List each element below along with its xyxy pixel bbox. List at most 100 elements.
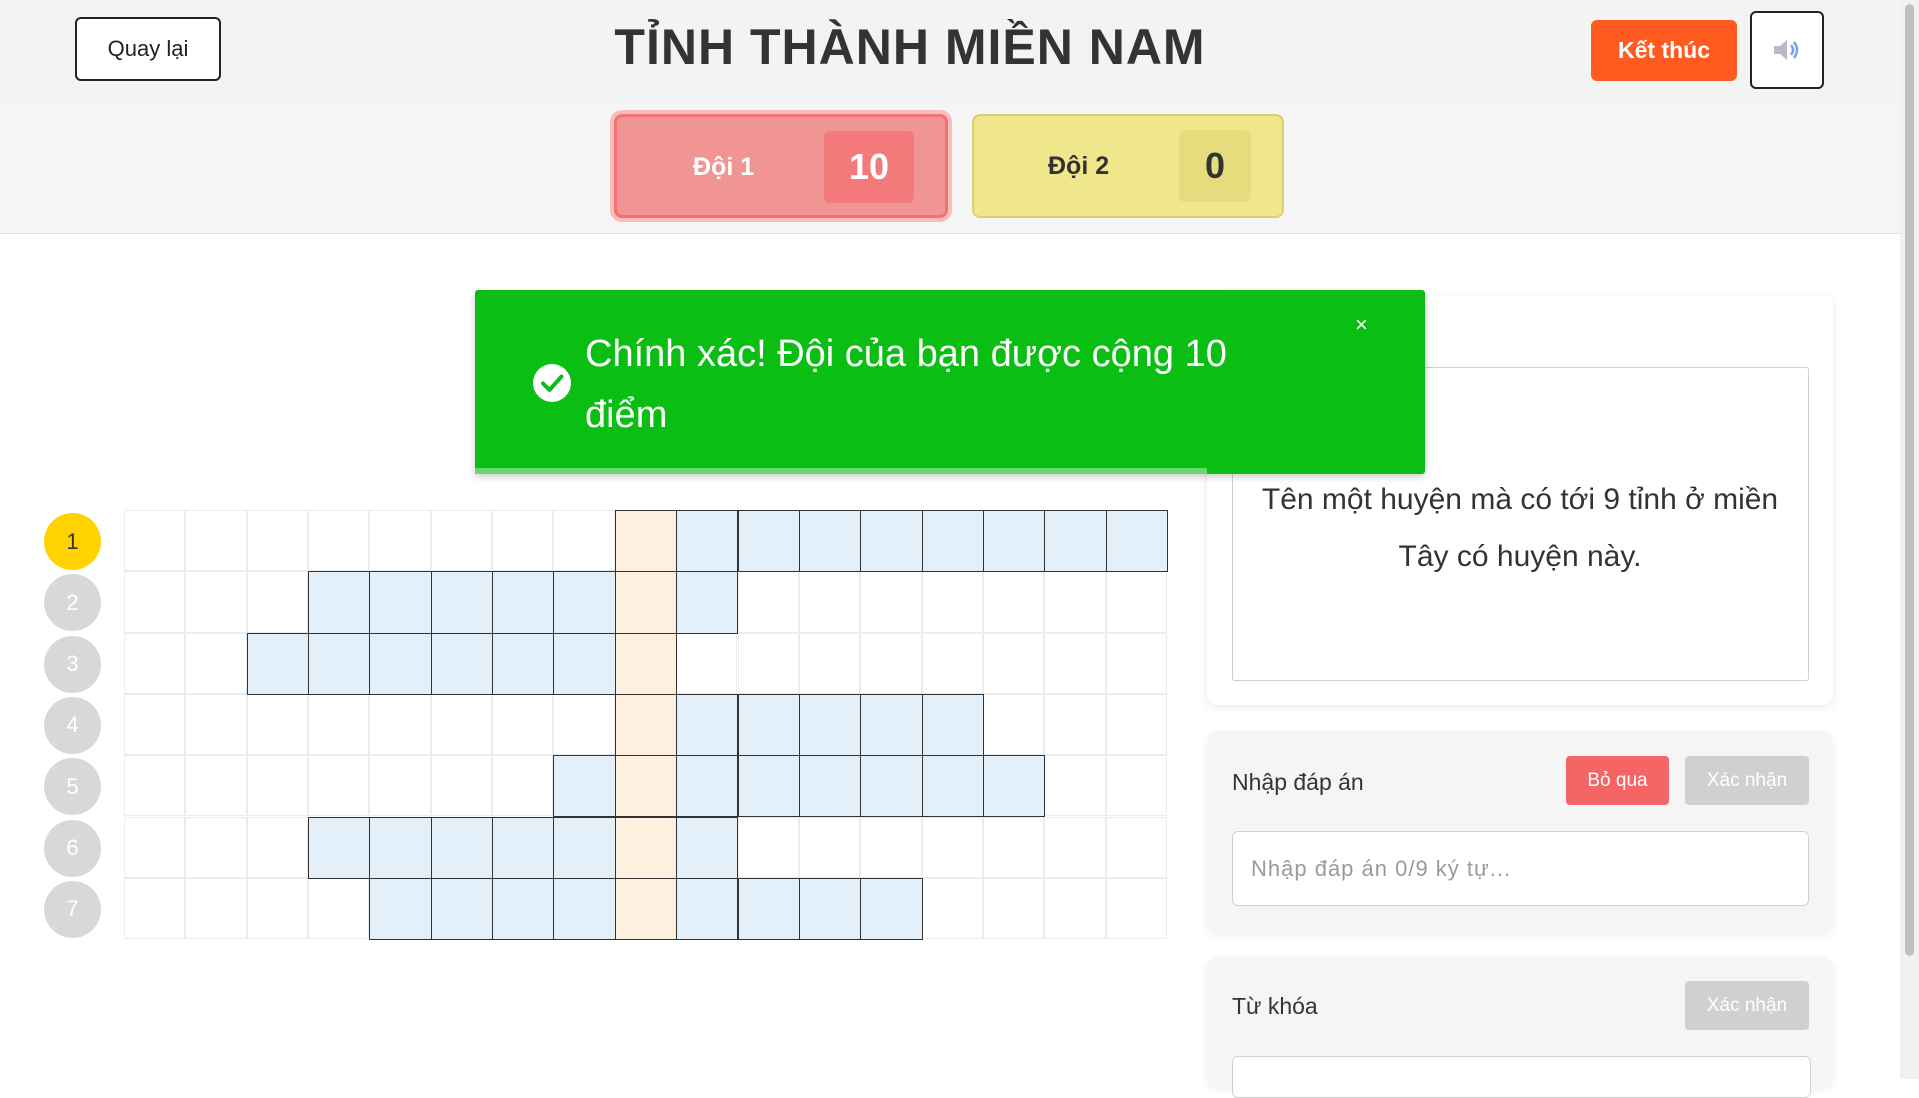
letter-cell <box>553 816 616 879</box>
row-number-7[interactable]: 7 <box>44 880 101 938</box>
grid-cell <box>124 510 186 572</box>
scoreboard <box>0 100 1900 234</box>
team-1-card: Đội 1 10 <box>614 114 948 218</box>
keyword-input[interactable] <box>1232 1056 1811 1098</box>
grid-cell <box>246 755 309 817</box>
letter-cell <box>430 816 494 879</box>
page-title: TỈNH THÀNH MIỀN NAM <box>614 19 1206 75</box>
team-1-score: 10 <box>824 131 914 203</box>
answer-confirm-button[interactable]: Xác nhận <box>1685 756 1809 805</box>
keyword-card: Từ khóa Xác nhận <box>1207 957 1833 1098</box>
answer-label: Nhập đáp án <box>1232 769 1364 795</box>
letter-cell <box>492 816 555 879</box>
keyword-confirm-button[interactable]: Xác nhận <box>1685 981 1809 1030</box>
letter-cell <box>860 877 923 941</box>
grid-cell <box>369 510 431 572</box>
crossword-grid <box>124 510 1168 941</box>
letter-cell <box>860 693 923 757</box>
keyword-letter-cell <box>614 693 678 757</box>
grid-cell <box>860 632 922 694</box>
sound-toggle-button[interactable] <box>1750 11 1824 89</box>
header-bar: Quay lại TỈNH THÀNH MIỀN NAM Kết thúc <box>0 0 1900 100</box>
grid-cell <box>308 693 370 756</box>
grid-cell <box>1044 877 1106 940</box>
toast-message: Chính xác! Đội của bạn được cộng 10 điểm <box>585 333 1227 436</box>
grid-cell <box>1105 571 1167 633</box>
grid-cell <box>798 632 861 694</box>
row-number-4[interactable]: 4 <box>44 696 101 754</box>
grid-cell <box>982 571 1045 633</box>
grid-cell <box>185 632 247 694</box>
letter-cell <box>369 877 432 941</box>
speaker-icon <box>1774 40 1799 60</box>
grid-cell <box>430 510 493 572</box>
grid-cell <box>430 755 493 817</box>
grid-cell <box>982 877 1045 940</box>
grid-cell <box>921 632 983 694</box>
keyword-letter-cell <box>614 632 678 695</box>
grid-cell <box>921 571 983 633</box>
row-number-3[interactable]: 3 <box>44 635 101 693</box>
letter-cell <box>430 632 494 695</box>
scrollbar-thumb[interactable] <box>1905 4 1914 956</box>
letter-cell <box>860 755 923 818</box>
close-icon[interactable]: × <box>1355 312 1368 338</box>
team-1-name: Đội 1 <box>693 153 755 181</box>
grid-cell <box>860 816 922 878</box>
keyword-letter-cell <box>614 510 678 573</box>
grid-cell <box>185 510 247 572</box>
letter-cell <box>492 877 555 941</box>
success-toast: Chính xác! Đội của bạn được cộng 10 điểm… <box>475 290 1425 474</box>
grid-cell <box>676 632 738 694</box>
grid-cell <box>308 755 370 817</box>
grid-cell <box>737 816 799 878</box>
toast-progress-bar <box>475 468 1207 474</box>
grid-cell <box>124 571 186 633</box>
answer-card: Nhập đáp án Bỏ qua Xác nhận <box>1207 731 1833 933</box>
grid-cell <box>921 816 983 878</box>
grid-cell <box>308 877 370 940</box>
grid-cell <box>246 571 309 633</box>
letter-cell <box>430 877 494 941</box>
keyword-letter-cell <box>614 816 678 879</box>
letter-cell <box>798 693 862 757</box>
grid-cell <box>246 816 309 878</box>
grid-cell <box>185 877 247 940</box>
letter-cell <box>369 571 432 634</box>
keyword-letter-cell <box>614 571 678 634</box>
row-number-1[interactable]: 1 <box>44 513 101 570</box>
team-2-name: Đội 2 <box>1048 152 1110 180</box>
letter-cell <box>492 571 555 634</box>
grid-cell <box>246 693 309 756</box>
grid-cell <box>1044 816 1106 878</box>
grid-cell <box>1105 816 1167 878</box>
letter-cell <box>737 510 800 573</box>
row-number-2[interactable]: 2 <box>44 574 101 632</box>
check-circle-icon <box>533 364 571 402</box>
row-number-6[interactable]: 6 <box>44 819 101 877</box>
grid-cell <box>185 816 247 878</box>
skip-button[interactable]: Bỏ qua <box>1566 756 1669 805</box>
letter-cell <box>676 510 739 573</box>
letter-cell <box>921 693 984 757</box>
letter-cell <box>308 632 371 695</box>
letter-cell <box>308 816 371 879</box>
scrollbar[interactable] <box>1900 0 1919 1079</box>
letter-cell <box>676 755 739 818</box>
letter-cell <box>676 571 739 634</box>
team-2-card: Đội 2 0 <box>972 114 1284 218</box>
grid-cell <box>185 693 247 756</box>
letter-cell <box>553 755 616 818</box>
grid-cell <box>369 755 431 817</box>
letter-cell <box>676 877 739 941</box>
keyword-letter-cell <box>614 755 678 818</box>
end-game-button[interactable]: Kết thúc <box>1591 20 1737 81</box>
grid-cell <box>1105 877 1167 940</box>
grid-cell <box>308 510 370 572</box>
letter-cell <box>1044 510 1107 573</box>
letter-cell <box>553 571 616 634</box>
answer-input[interactable] <box>1232 831 1809 906</box>
row-number-5[interactable]: 5 <box>44 758 101 816</box>
back-button[interactable]: Quay lại <box>75 17 221 81</box>
letter-cell <box>798 510 862 573</box>
